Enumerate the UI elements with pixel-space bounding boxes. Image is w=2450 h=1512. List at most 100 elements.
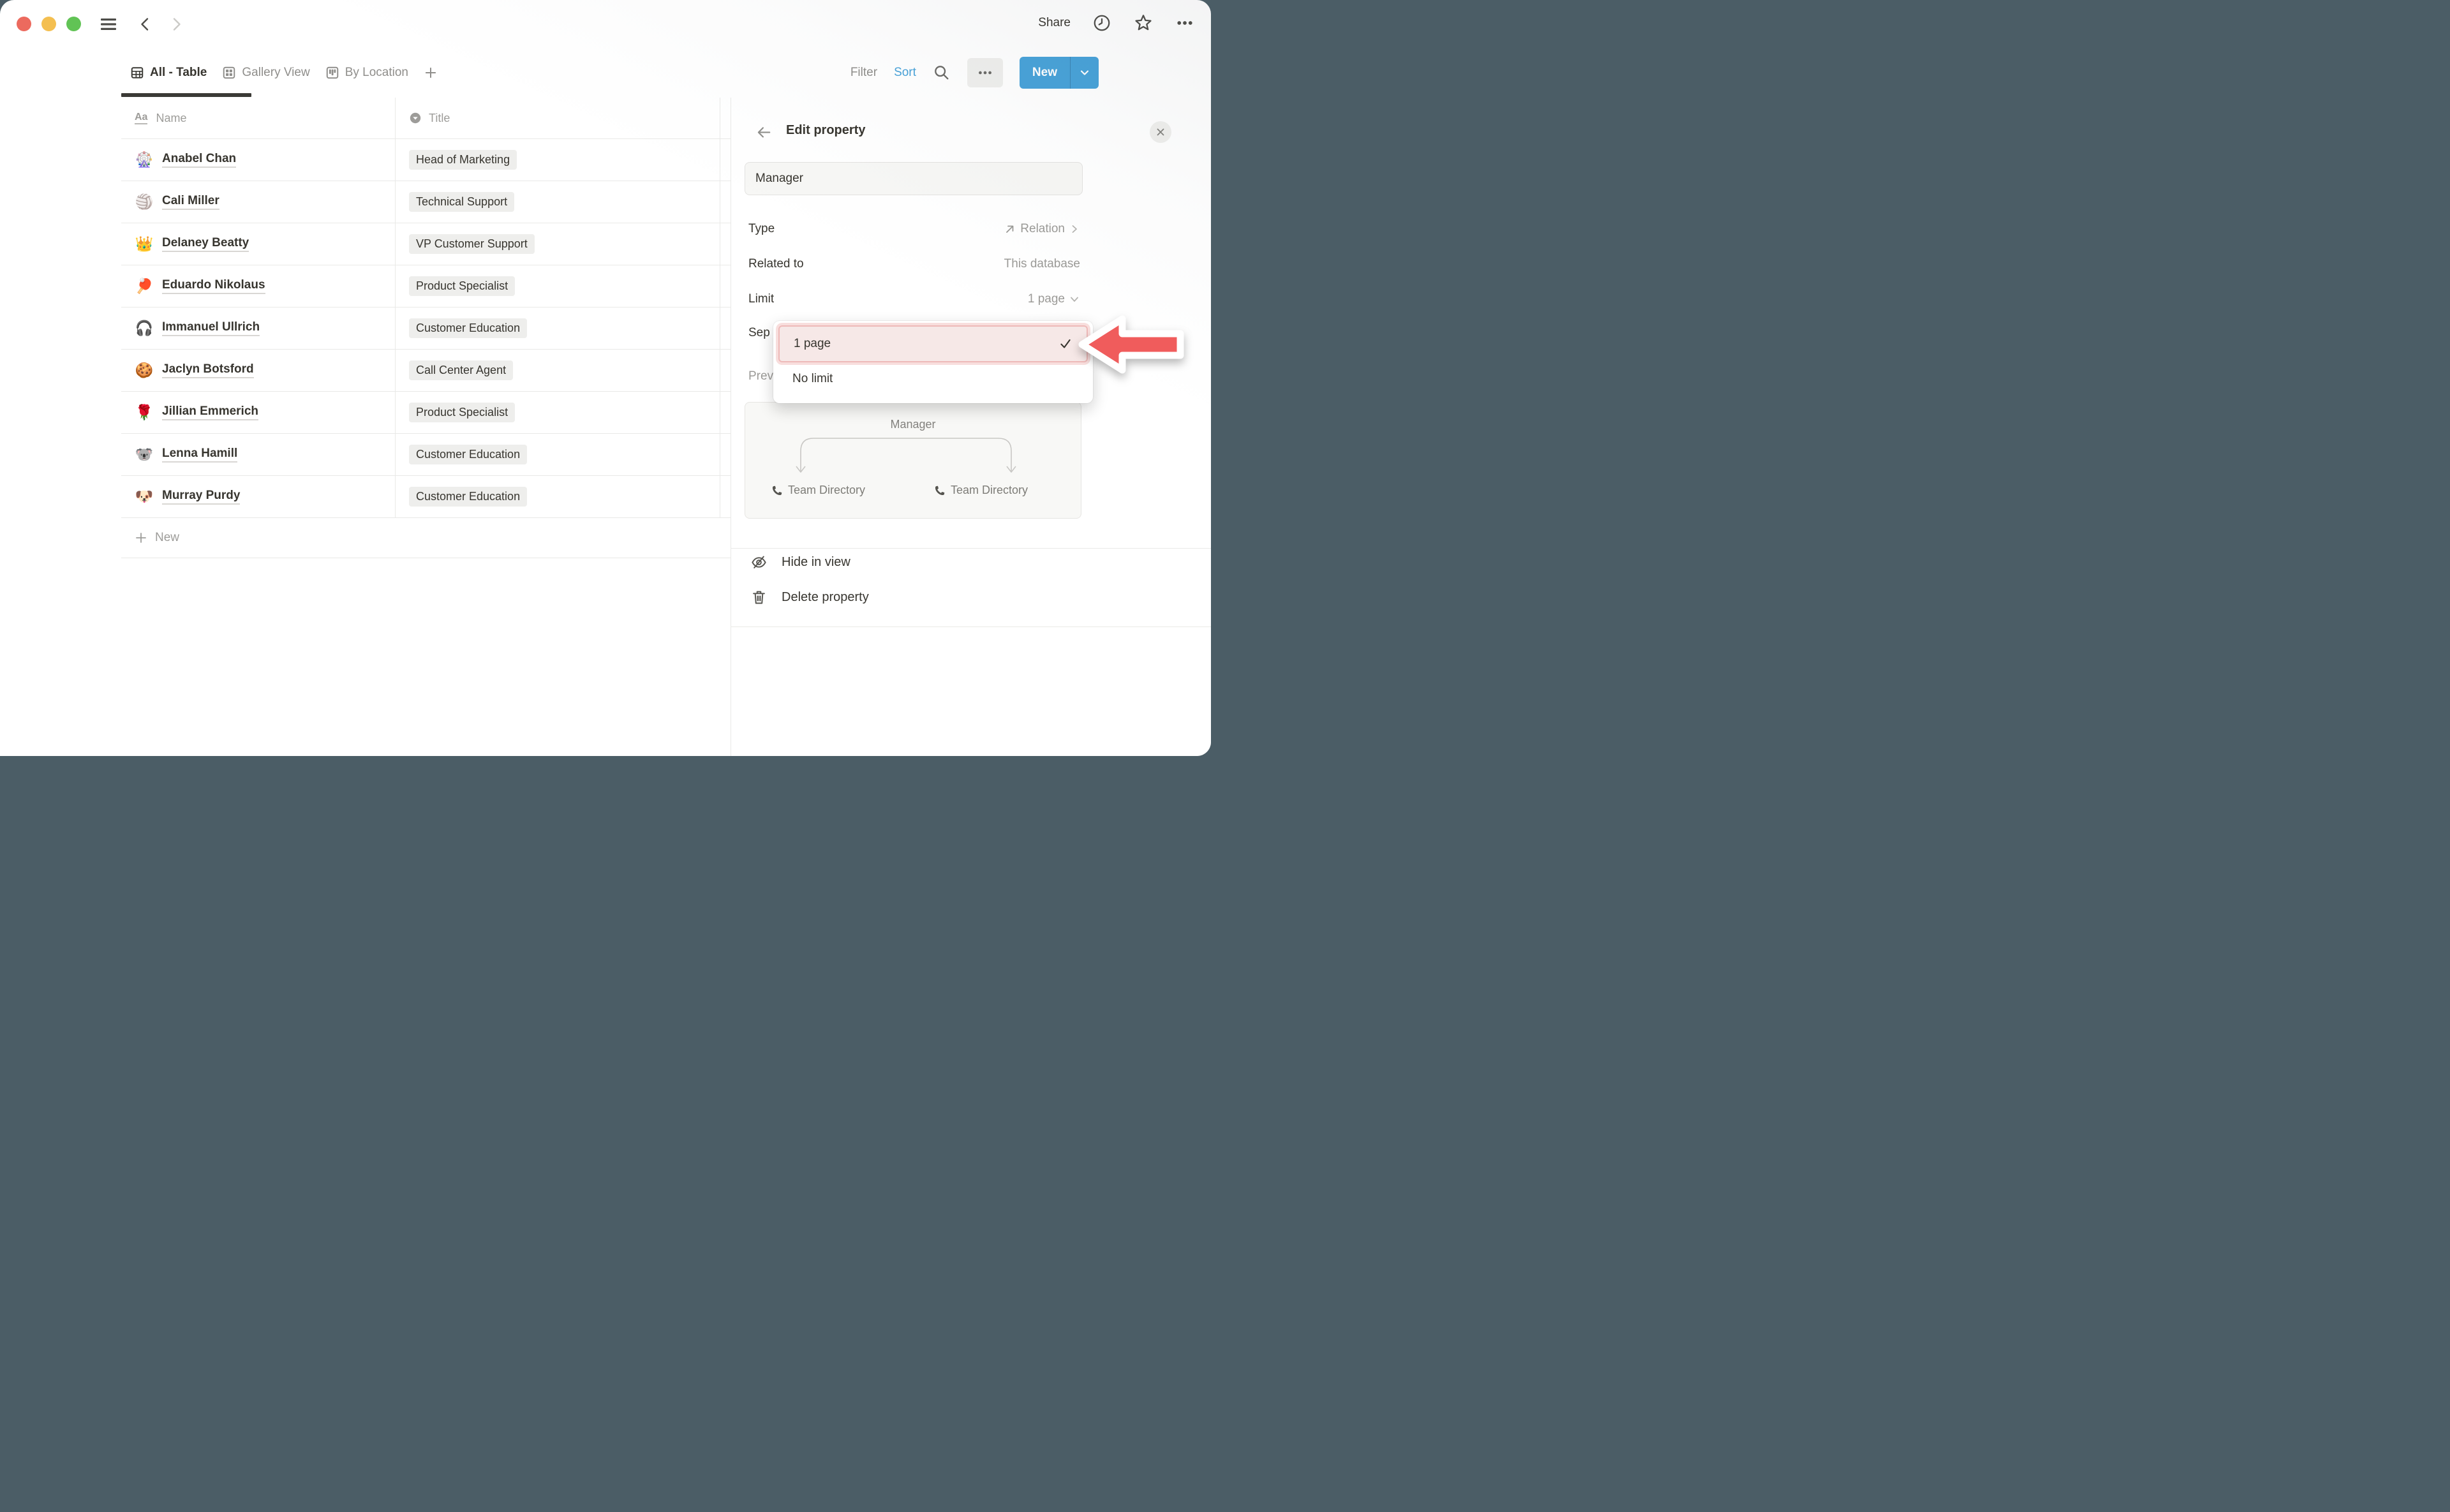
window-controls (17, 17, 81, 31)
column-header-title[interactable]: Title (396, 98, 720, 138)
plus-icon (135, 531, 147, 544)
board-view-icon (325, 66, 339, 80)
title-select-chip[interactable]: VP Customer Support (409, 234, 535, 254)
titlebar: Share (0, 0, 1211, 48)
table-row[interactable]: 🍪 Jaclyn Botsford Call Center Agent (121, 350, 731, 392)
database-table: Aa Name Title 🎡 Anabel Chan Head of Marke… (0, 98, 731, 558)
page-name-link[interactable]: Jaclyn Botsford (162, 362, 254, 378)
chevron-down-icon (1069, 293, 1080, 305)
page-emoji: 🍪 (135, 363, 154, 378)
page-emoji: 🏓 (135, 279, 154, 293)
notion-window: Share All - Table (0, 0, 1211, 756)
table-row[interactable]: 👑 Delaney Beatty VP Customer Support (121, 223, 731, 265)
plus-icon (424, 66, 438, 80)
new-record-split-button: New (1020, 57, 1099, 89)
title-select-chip[interactable]: Call Center Agent (409, 360, 513, 380)
table-row[interactable]: 🎡 Anabel Chan Head of Marketing (121, 139, 731, 181)
tab-all-table[interactable]: All - Table (125, 62, 212, 84)
add-view-button[interactable] (419, 62, 443, 84)
new-row-button[interactable]: New (121, 518, 731, 558)
preview-child-database: Team Directory (934, 484, 1028, 497)
page-name-link[interactable]: Immanuel Ullrich (162, 320, 260, 336)
gallery-view-icon (222, 66, 236, 80)
page-emoji: 🏐 (135, 195, 154, 209)
table-row[interactable]: 🌹 Jillian Emmerich Product Specialist (121, 392, 731, 434)
title-property-icon: Aa (135, 112, 147, 124)
favorite-star-icon[interactable] (1133, 13, 1154, 33)
phone-icon (934, 485, 946, 496)
active-tab-underline (121, 93, 251, 97)
table-row[interactable]: 🐶 Murray Purdy Customer Education (121, 476, 731, 518)
page-name-link[interactable]: Anabel Chan (162, 152, 236, 168)
forward-button[interactable] (166, 14, 186, 34)
trash-icon (750, 589, 768, 606)
search-icon[interactable] (933, 64, 951, 82)
more-options-icon[interactable] (1175, 13, 1194, 33)
table-header-row: Aa Name Title (121, 98, 731, 139)
sort-button[interactable]: Sort (894, 66, 916, 80)
page-name-link[interactable]: Delaney Beatty (162, 236, 249, 252)
page-name-link[interactable]: Eduardo Nikolaus (162, 278, 265, 294)
view-more-button[interactable] (967, 58, 1003, 87)
new-record-button[interactable]: New (1020, 57, 1070, 89)
page-name-link[interactable]: Jillian Emmerich (162, 404, 258, 420)
updates-clock-icon[interactable] (1092, 13, 1111, 33)
preview-child-database: Team Directory (771, 484, 865, 497)
annotation-arrow (1076, 311, 1185, 378)
hamburger-icon (100, 17, 117, 31)
property-row-related-to[interactable]: Related to This database (748, 250, 1080, 278)
page-emoji: 🌹 (135, 405, 154, 420)
page-name-link[interactable]: Murray Purdy (162, 489, 240, 505)
panel-title: Edit property (786, 123, 865, 138)
clipped-preview-label: Prev (748, 369, 773, 383)
clipped-separate-label: Sep (748, 326, 770, 340)
page-name-link[interactable]: Cali Miller (162, 194, 219, 210)
page-emoji: 🎧 (135, 321, 154, 336)
page-name-link[interactable]: Lenna Hamill (162, 447, 237, 463)
hide-in-view-button[interactable]: Hide in view (750, 548, 1018, 576)
title-select-chip[interactable]: Head of Marketing (409, 150, 517, 170)
column-header-name[interactable]: Aa Name (121, 98, 396, 138)
title-select-chip[interactable]: Technical Support (409, 192, 514, 212)
tab-gallery-view[interactable]: Gallery View (217, 62, 315, 84)
title-select-chip[interactable]: Product Specialist (409, 403, 515, 422)
relation-preview-card: Manager Team Directory Team Directory (745, 402, 1081, 519)
close-window-button[interactable] (17, 17, 31, 31)
forward-arrow-icon (168, 17, 184, 32)
minimize-window-button[interactable] (41, 17, 56, 31)
property-name-input[interactable] (745, 162, 1083, 195)
relation-bracket-diagram (745, 403, 1082, 479)
tab-by-location[interactable]: By Location (320, 62, 413, 84)
select-property-icon (409, 112, 422, 124)
page-emoji: 🎡 (135, 152, 154, 167)
table-row[interactable]: 🐨 Lenna Hamill Customer Education (121, 434, 731, 476)
table-row[interactable]: 🏓 Eduardo Nikolaus Product Specialist (121, 265, 731, 308)
new-record-dropdown-button[interactable] (1071, 57, 1099, 89)
dropdown-option-no-limit[interactable]: No limit (792, 372, 833, 386)
delete-property-button[interactable]: Delete property (750, 583, 1018, 611)
page-emoji: 👑 (135, 237, 154, 251)
chevron-right-icon (1069, 223, 1080, 235)
tab-label: By Location (345, 66, 408, 80)
title-select-chip[interactable]: Customer Education (409, 445, 527, 464)
filter-button[interactable]: Filter (850, 66, 877, 80)
share-button[interactable]: Share (1038, 16, 1071, 30)
page-emoji: 🐶 (135, 489, 154, 504)
zoom-window-button[interactable] (66, 17, 81, 31)
title-select-chip[interactable]: Customer Education (409, 318, 527, 338)
property-row-limit[interactable]: Limit 1 page (748, 285, 1080, 313)
edit-property-panel: Edit property Type Relation Related to T… (731, 98, 1211, 756)
panel-close-button[interactable] (1150, 121, 1171, 143)
sidebar-toggle-button[interactable] (98, 14, 119, 34)
title-select-chip[interactable]: Customer Education (409, 487, 527, 507)
title-select-chip[interactable]: Product Specialist (409, 276, 515, 296)
checkmark-icon (1058, 337, 1073, 351)
table-row[interactable]: 🎧 Immanuel Ullrich Customer Education (121, 308, 731, 350)
back-button[interactable] (135, 14, 156, 34)
panel-back-button[interactable] (754, 123, 773, 142)
table-row[interactable]: 🏐 Cali Miller Technical Support (121, 181, 731, 223)
dropdown-option-1-page[interactable]: 1 page (778, 325, 1088, 362)
view-controls: Filter Sort New (850, 48, 1099, 97)
page-emoji: 🐨 (135, 447, 154, 462)
property-row-type[interactable]: Type Relation (748, 215, 1080, 243)
